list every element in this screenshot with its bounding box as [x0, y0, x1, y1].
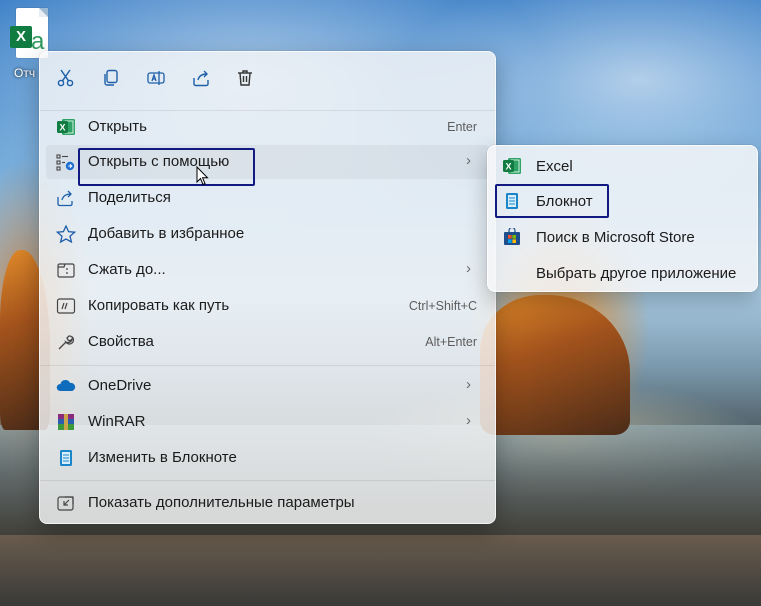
chevron-right-icon: ›: [466, 412, 471, 429]
submenu-item-choose-other[interactable]: Выбрать другое приложение: [492, 256, 753, 290]
notepad-icon: [56, 449, 76, 467]
scissors-icon: [57, 69, 74, 87]
excel-icon: X: [502, 157, 522, 175]
delete-button[interactable]: [231, 64, 259, 92]
path-icon: [56, 297, 76, 315]
onedrive-icon: [56, 377, 76, 395]
menu-item-label: Копировать как путь: [88, 297, 230, 314]
copy-button[interactable]: [97, 64, 125, 92]
compress-icon: [56, 261, 76, 279]
menu-divider: [40, 365, 495, 366]
highlight-notepad: [495, 184, 609, 218]
svg-text:X: X: [59, 123, 65, 133]
menu-item-label: Свойства: [88, 333, 154, 350]
wallpaper-rock: [480, 295, 630, 435]
wrench-icon: [56, 333, 76, 351]
copy-icon: [104, 69, 118, 86]
menu-item-more-options[interactable]: Показать дополнительные параметры: [46, 486, 489, 520]
chevron-right-icon: ›: [466, 376, 471, 393]
chevron-right-icon: ›: [466, 260, 471, 277]
menu-item-label: Добавить в избранное: [88, 225, 245, 242]
menu-item-share[interactable]: Поделиться: [46, 181, 489, 215]
submenu-item-store[interactable]: Поиск в Microsoft Store: [492, 220, 753, 254]
cut-button[interactable]: [52, 64, 80, 92]
menu-item-label: WinRAR: [88, 413, 146, 430]
menu-item-winrar[interactable]: WinRAR ›: [46, 405, 489, 439]
store-icon: [502, 228, 522, 246]
menu-item-shortcut: Enter: [447, 120, 477, 134]
share-icon: [193, 70, 209, 87]
menu-item-shortcut: Alt+Enter: [425, 335, 477, 349]
menu-item-add-favorites[interactable]: Добавить в избранное: [46, 217, 489, 251]
winrar-icon: [56, 413, 76, 431]
mouse-cursor-icon: [196, 165, 210, 191]
context-menu: X Открыть Enter Открыть с помощью › Поде…: [39, 51, 496, 524]
menu-item-label: Изменить в Блокноте: [88, 449, 237, 466]
menu-item-open[interactable]: X Открыть Enter: [46, 110, 489, 144]
menu-item-copy-path[interactable]: Копировать как путь Ctrl+Shift+C: [46, 289, 489, 323]
menu-item-label: Сжать до...: [88, 261, 166, 278]
menu-item-compress[interactable]: Сжать до... ›: [46, 253, 489, 287]
menu-item-shortcut: Ctrl+Shift+C: [408, 299, 477, 313]
menu-item-properties[interactable]: Свойства Alt+Enter: [46, 325, 489, 359]
share-icon: [56, 189, 76, 207]
menu-item-label: Показать дополнительные параметры: [88, 494, 355, 511]
menu-item-label: Открыть: [88, 118, 147, 135]
open-with-submenu: X Excel Блокнот Поиск в Microsoft Store: [487, 145, 758, 292]
submenu-item-excel[interactable]: X Excel: [492, 149, 753, 183]
submenu-item-label: Поиск в Microsoft Store: [536, 229, 695, 246]
rename-icon: [147, 71, 165, 85]
submenu-item-label: Выбрать другое приложение: [536, 265, 737, 282]
more-options-icon: [56, 494, 76, 512]
excel-icon: X: [56, 118, 76, 136]
menu-item-edit-notepad[interactable]: Изменить в Блокноте: [46, 441, 489, 475]
highlight-open-with: [78, 148, 255, 186]
svg-text:X: X: [505, 162, 511, 172]
menu-divider: [40, 480, 495, 481]
submenu-item-label: Excel: [536, 158, 573, 175]
share-button[interactable]: [187, 64, 215, 92]
menu-item-label: Поделиться: [88, 189, 171, 206]
menu-item-onedrive[interactable]: OneDrive ›: [46, 369, 489, 403]
context-toolbar: [40, 52, 495, 102]
menu-item-label: OneDrive: [88, 377, 152, 394]
rename-button[interactable]: [142, 64, 170, 92]
star-icon: [56, 225, 76, 243]
trash-icon: [238, 70, 252, 86]
chevron-right-icon: ›: [466, 152, 471, 169]
open-with-icon: [56, 153, 76, 171]
